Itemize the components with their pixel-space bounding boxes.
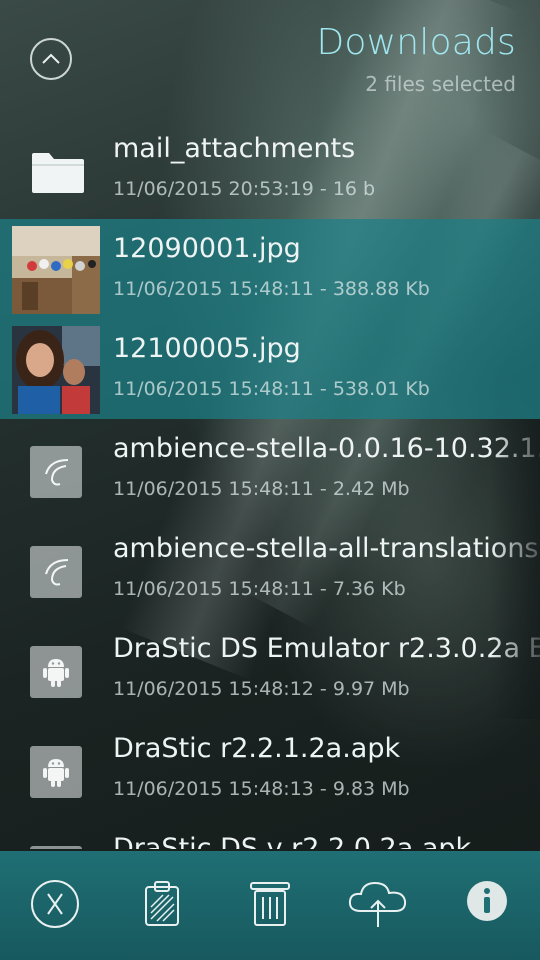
file-name: ambience-stella-all-translations	[113, 533, 539, 564]
file-name: mail_attachments	[113, 133, 356, 164]
file-meta: 11/06/2015 15:48:11 - 538.01 Kb	[113, 378, 430, 400]
selection-count: 2 files selected	[365, 72, 516, 96]
list-item[interactable]: 12100005.jpg 11/06/2015 15:48:11 - 538.0…	[0, 319, 540, 419]
upload-button[interactable]	[347, 879, 409, 929]
file-name: DraStic DS v r2.2.0.2a.apk	[113, 833, 472, 849]
list-item[interactable]: mail_attachments 11/06/2015 20:53:19 - 1…	[0, 119, 540, 219]
trash-icon	[250, 882, 290, 926]
page-title: Downloads	[316, 22, 516, 63]
list-item[interactable]: ambience-stella-0.0.16-10.32.1.jpg 11/06…	[0, 419, 540, 519]
ambience-icon	[30, 546, 82, 598]
file-list: mail_attachments 11/06/2015 20:53:19 - 1…	[0, 119, 540, 849]
cloud-upload-icon	[348, 881, 407, 927]
file-name: 12090001.jpg	[113, 233, 301, 264]
android-icon	[30, 646, 82, 698]
file-meta: 11/06/2015 15:48:11 - 7.36 Kb	[113, 578, 406, 600]
list-item[interactable]: DraStic r2.2.1.2a.apk 11/06/2015 15:48:1…	[0, 719, 540, 819]
ambience-icon	[30, 446, 82, 498]
file-meta: 11/06/2015 20:53:19 - 16 b	[113, 178, 376, 200]
android-icon	[30, 846, 82, 849]
file-name: DraStic DS Emulator r2.3.0.2a Bu	[113, 633, 540, 664]
list-item[interactable]: DraStic DS Emulator r2.3.0.2a Bu 11/06/2…	[0, 619, 540, 719]
chevron-up-icon	[42, 53, 60, 64]
navigate-up-button[interactable]	[30, 38, 72, 80]
list-item[interactable]: DraStic DS v r2.2.0.2a.apk	[0, 819, 540, 849]
clear-selection-button[interactable]	[30, 879, 80, 929]
page-header: Downloads 2 files selected	[0, 0, 540, 115]
clipboard-icon	[145, 881, 179, 926]
list-item[interactable]: 12090001.jpg 11/06/2015 15:48:11 - 388.8…	[0, 219, 540, 319]
file-meta: 11/06/2015 15:48:11 - 2.42 Mb	[113, 478, 410, 500]
copy-button[interactable]	[143, 879, 181, 927]
image-thumbnail	[12, 226, 100, 314]
file-name: ambience-stella-0.0.16-10.32.1.jpg	[113, 433, 540, 464]
file-name: DraStic r2.2.1.2a.apk	[113, 733, 401, 764]
file-name: 12100005.jpg	[113, 333, 301, 364]
info-icon	[467, 881, 507, 921]
file-meta: 11/06/2015 15:48:12 - 9.97 Mb	[113, 678, 410, 700]
action-toolbar	[0, 851, 540, 960]
close-selection-icon	[31, 880, 79, 928]
file-meta: 11/06/2015 15:48:13 - 9.83 Mb	[113, 778, 410, 800]
delete-button[interactable]	[249, 879, 291, 927]
android-icon	[30, 746, 82, 798]
file-meta: 11/06/2015 15:48:11 - 388.88 Kb	[113, 278, 430, 300]
folder-icon	[32, 153, 84, 193]
list-item[interactable]: ambience-stella-all-translations 11/06/2…	[0, 519, 540, 619]
image-thumbnail	[12, 326, 100, 414]
info-button[interactable]	[465, 879, 509, 923]
